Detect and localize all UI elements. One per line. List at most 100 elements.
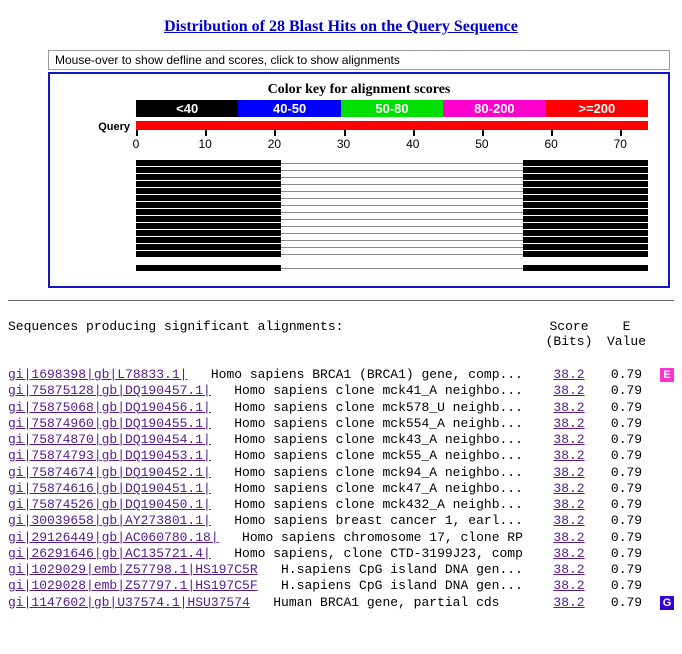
accession-link[interactable]: gi|1698398|gb|L78833.1|: [8, 367, 187, 383]
hit-segment[interactable]: [523, 202, 648, 208]
score-link[interactable]: 38.2: [539, 400, 599, 416]
hit-segment[interactable]: [523, 237, 648, 243]
hit-segment[interactable]: [136, 251, 281, 257]
hit-segment[interactable]: [523, 209, 648, 215]
score-link[interactable]: 38.2: [539, 383, 599, 399]
page-title[interactable]: Distribution of 28 Blast Hits on the Que…: [8, 18, 674, 36]
hit-graphic-row[interactable]: [136, 216, 648, 223]
accession-link[interactable]: gi|1029028|emb|Z57797.1|HS197C5F: [8, 578, 258, 594]
hit-segment[interactable]: [136, 188, 281, 194]
hit-graphic-row[interactable]: [136, 223, 648, 230]
hit-segment[interactable]: [523, 251, 648, 257]
color-key-cell: <40: [136, 100, 238, 117]
hit-segment[interactable]: [136, 230, 281, 236]
score-link[interactable]: 38.2: [539, 497, 599, 513]
hit-graphic-row[interactable]: [136, 195, 648, 202]
expressed-icon[interactable]: E: [660, 368, 674, 382]
hit-segment[interactable]: [523, 167, 648, 173]
hit-segment[interactable]: [523, 160, 648, 166]
hit-graphic-row[interactable]: [136, 244, 648, 251]
accession-link[interactable]: gi|75874960|gb|DQ190455.1|: [8, 416, 211, 432]
hit-segment[interactable]: [136, 223, 281, 229]
hit-segment[interactable]: [136, 265, 281, 271]
hit-graphic-row[interactable]: [136, 265, 648, 272]
accession-link[interactable]: gi|29126449|gb|AC060780.18|: [8, 530, 219, 546]
color-key-cell: 50-80: [341, 100, 443, 117]
evalue: 0.79: [599, 400, 654, 416]
hit-segment[interactable]: [523, 244, 648, 250]
hit-segment[interactable]: [523, 223, 648, 229]
hit-segment[interactable]: [523, 174, 648, 180]
evalue: 0.79: [599, 416, 654, 432]
score-link[interactable]: 38.2: [539, 530, 599, 546]
hit-segment[interactable]: [523, 195, 648, 201]
hit-graphic-row[interactable]: [136, 174, 648, 181]
hits-graphic-frame: Color key for alignment scores <4040-505…: [48, 72, 670, 288]
hit-description: Homo sapiens chromosome 17, clone RP: [242, 530, 523, 546]
hit-graphic-row[interactable]: [136, 209, 648, 216]
accession-link[interactable]: gi|1029029|emb|Z57798.1|HS197C5R: [8, 562, 258, 578]
hit-segment[interactable]: [523, 265, 648, 271]
hit-segment[interactable]: [136, 160, 281, 166]
accession-link[interactable]: gi|75874793|gb|DQ190453.1|: [8, 448, 211, 464]
hit-segment[interactable]: [523, 230, 648, 236]
table-header: Sequences producing significant alignmen…: [8, 319, 674, 349]
hit-segment[interactable]: [136, 174, 281, 180]
hit-description: H.sapiens CpG island DNA gen...: [281, 578, 523, 594]
hit-segment[interactable]: [523, 181, 648, 187]
hit-segment[interactable]: [136, 216, 281, 222]
hit-segment[interactable]: [136, 202, 281, 208]
hit-graphic-row[interactable]: [136, 181, 648, 188]
score-link[interactable]: 38.2: [539, 416, 599, 432]
hit-description: Homo sapiens clone mck43_A neighbo...: [234, 432, 523, 448]
header-evalue: EValue: [599, 319, 654, 349]
hit-description: Homo sapiens clone mck432_A neighb...: [234, 497, 523, 513]
accession-link[interactable]: gi|75874674|gb|DQ190452.1|: [8, 465, 211, 481]
hit-segment[interactable]: [136, 195, 281, 201]
hit-graphic-row[interactable]: [136, 160, 648, 167]
ruler-ticks: 010203040506070: [136, 130, 648, 152]
ruler-tick: [413, 130, 415, 136]
score-link[interactable]: 38.2: [539, 562, 599, 578]
score-link[interactable]: 38.2: [539, 481, 599, 497]
table-row: gi|75875068|gb|DQ190456.1| Homo sapiens …: [8, 400, 674, 416]
hit-segment[interactable]: [136, 244, 281, 250]
accession-link[interactable]: gi|75875128|gb|DQ190457.1|: [8, 383, 211, 399]
genome-icon[interactable]: G: [660, 596, 674, 610]
hit-segment[interactable]: [523, 188, 648, 194]
score-link[interactable]: 38.2: [539, 448, 599, 464]
hit-description: Homo sapiens clone mck41_A neighbo...: [234, 383, 523, 399]
score-link[interactable]: 38.2: [539, 578, 599, 594]
score-link[interactable]: 38.2: [539, 432, 599, 448]
hit-graphic-row[interactable]: [136, 237, 648, 244]
score-link[interactable]: 38.2: [539, 546, 599, 562]
hit-segment[interactable]: [136, 237, 281, 243]
hit-segment[interactable]: [136, 181, 281, 187]
hit-description: Human BRCA1 gene, partial cds: [273, 595, 499, 611]
accession-link[interactable]: gi|75874616|gb|DQ190451.1|: [8, 481, 211, 497]
score-link[interactable]: 38.2: [539, 367, 599, 383]
score-link[interactable]: 38.2: [539, 465, 599, 481]
hit-graphic-row[interactable]: [136, 167, 648, 174]
evalue: 0.79: [599, 513, 654, 529]
accession-link[interactable]: gi|1147602|gb|U37574.1|HSU37574: [8, 595, 250, 611]
title-link[interactable]: Distribution of 28 Blast Hits on the Que…: [164, 18, 518, 35]
hit-graphic-row[interactable]: [136, 230, 648, 237]
table-row: gi|1029029|emb|Z57798.1|HS197C5R H.sapie…: [8, 562, 674, 578]
table-row: gi|75874793|gb|DQ190453.1| Homo sapiens …: [8, 448, 674, 464]
accession-link[interactable]: gi|30039658|gb|AY273801.1|: [8, 513, 211, 529]
accession-link[interactable]: gi|75874870|gb|DQ190454.1|: [8, 432, 211, 448]
hit-segment[interactable]: [523, 216, 648, 222]
score-link[interactable]: 38.2: [539, 513, 599, 529]
score-link[interactable]: 38.2: [539, 595, 599, 611]
accession-link[interactable]: gi|75874526|gb|DQ190450.1|: [8, 497, 211, 513]
hit-graphic-row[interactable]: [136, 188, 648, 195]
hit-segment[interactable]: [136, 167, 281, 173]
hit-segment[interactable]: [136, 209, 281, 215]
hit-graphic-row[interactable]: [136, 251, 648, 258]
hit-graphic-row[interactable]: [136, 202, 648, 209]
accession-link[interactable]: gi|26291646|gb|AC135721.4|: [8, 546, 211, 562]
hit-graphic-row[interactable]: [136, 258, 648, 265]
hits-graphic[interactable]: [136, 160, 648, 272]
accession-link[interactable]: gi|75875068|gb|DQ190456.1|: [8, 400, 211, 416]
